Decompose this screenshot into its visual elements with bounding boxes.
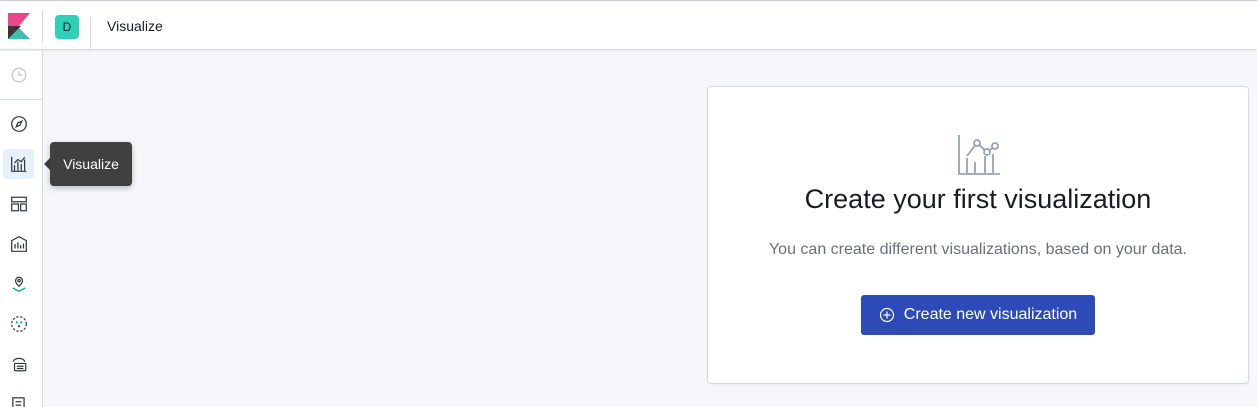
side-nav	[0, 51, 43, 407]
nav-dashboard[interactable]	[3, 189, 34, 219]
empty-prompt-panel: Create your first visualization You can …	[707, 86, 1249, 384]
visualize-chart-icon	[10, 156, 26, 172]
breadcrumb: Visualize	[107, 18, 163, 34]
nav-maps[interactable]	[3, 269, 34, 299]
nav-machine-learning[interactable]	[3, 309, 34, 339]
dashboard-icon	[10, 196, 27, 212]
space-avatar[interactable]: D	[55, 15, 79, 39]
top-header: D Visualize	[0, 0, 1257, 50]
infrastructure-icon	[12, 357, 26, 372]
create-button-label: Create new visualization	[903, 306, 1078, 323]
nav-logs[interactable]	[3, 389, 34, 407]
machine-learning-icon	[10, 316, 27, 332]
plus-in-circle-icon	[879, 307, 894, 323]
nav-visualize[interactable]	[3, 149, 34, 179]
nav-recently-viewed[interactable]	[3, 60, 34, 90]
clock-icon	[11, 67, 26, 83]
create-new-visualization-button[interactable]: Create new visualization	[861, 295, 1095, 335]
nav-discover[interactable]	[3, 109, 34, 139]
nav-tooltip: Visualize	[50, 142, 132, 186]
nav-canvas[interactable]	[3, 229, 34, 259]
visualize-chart-icon	[958, 135, 1000, 175]
kibana-logo-icon[interactable]	[8, 13, 30, 39]
empty-prompt-title: Create your first visualization	[804, 184, 1152, 214]
nav-divider	[0, 99, 42, 100]
tooltip-label: Visualize	[63, 156, 119, 172]
compass-icon	[10, 116, 27, 132]
nav-infrastructure[interactable]	[3, 349, 34, 379]
logs-icon	[11, 397, 25, 407]
map-marker-icon	[12, 276, 25, 293]
empty-prompt-description: You can create different visualizations,…	[768, 241, 1188, 258]
space-initial: D	[62, 20, 72, 34]
canvas-icon	[10, 235, 27, 252]
header-divider	[90, 17, 91, 49]
header-divider	[42, 10, 43, 42]
